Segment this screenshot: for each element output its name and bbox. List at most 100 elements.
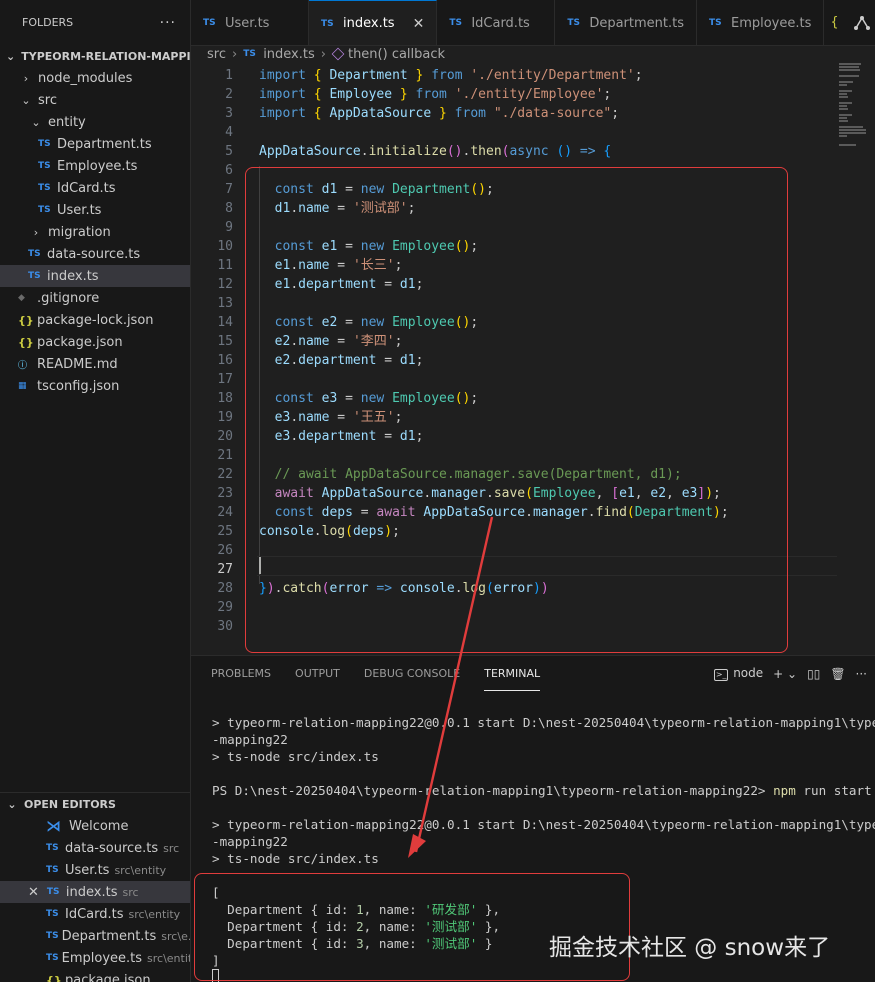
json-file-icon: {} bbox=[18, 335, 34, 349]
tree-file[interactable]: {} package.json bbox=[0, 331, 190, 353]
tab-index-ts[interactable]: TS index.ts ✕ bbox=[309, 0, 438, 45]
open-editor-item[interactable]: TSEmployee.ts src\entity bbox=[0, 947, 190, 969]
code-text: const deps = await AppDataSource.manager… bbox=[259, 503, 729, 522]
code-editor[interactable]: 1 import { Department } from './entity/De… bbox=[191, 62, 875, 655]
tab-department-ts[interactable]: TS Department.ts bbox=[555, 0, 697, 45]
minimap[interactable] bbox=[835, 62, 875, 655]
code-token: Employee bbox=[392, 391, 455, 406]
minimap-line bbox=[839, 63, 862, 65]
terminal-token: 2 bbox=[356, 919, 364, 934]
tree-file[interactable]: TS data-source.ts bbox=[0, 243, 190, 265]
open-editor-item[interactable]: TSDepartment.ts src\e... bbox=[0, 925, 190, 947]
code-token: = bbox=[337, 239, 361, 254]
tree-folder[interactable]: ⌄ entity bbox=[0, 111, 190, 133]
terminal-cursor-line bbox=[212, 966, 219, 982]
code-line: 28}).catch(error => console.log(error)) bbox=[191, 579, 841, 598]
layout-icon[interactable] bbox=[849, 10, 875, 36]
code-token: = bbox=[352, 505, 377, 520]
code-token: AppDataSource bbox=[259, 144, 361, 159]
code-token: AppDataSource bbox=[423, 505, 526, 520]
tab-label: IdCard.ts bbox=[471, 15, 530, 31]
tree-file[interactable]: ◆ .gitignore bbox=[0, 287, 190, 309]
panel-tab-terminal[interactable]: TERMINAL bbox=[484, 656, 541, 691]
breadcrumb-folder[interactable]: src bbox=[207, 47, 226, 62]
typescript-file-icon: TS bbox=[46, 953, 59, 963]
tree-file[interactable]: TS User.ts bbox=[0, 199, 190, 221]
code-token: () bbox=[454, 239, 471, 254]
code-token: = bbox=[376, 277, 400, 292]
project-folder[interactable]: ⌄ TYPEORM-RELATION-MAPPIN... bbox=[0, 45, 190, 67]
terminal-token: } bbox=[477, 936, 493, 951]
trash-icon[interactable]: 🗑 bbox=[830, 667, 845, 681]
tree-file[interactable]: TS Department.ts bbox=[0, 133, 190, 155]
code-token: [ bbox=[611, 486, 620, 501]
minimap-line bbox=[839, 117, 847, 119]
tree-file[interactable]: TS Employee.ts bbox=[0, 155, 190, 177]
code-token: find bbox=[595, 505, 627, 520]
code-line: 30 bbox=[191, 617, 841, 636]
code-token: Department bbox=[392, 182, 471, 197]
code-token: { bbox=[603, 144, 612, 159]
tree-file[interactable]: ▦ tsconfig.json bbox=[0, 375, 190, 397]
code-token: ) bbox=[266, 581, 275, 596]
tab-user-ts[interactable]: TS User.ts bbox=[191, 0, 309, 45]
terminal-selector[interactable]: >_ node bbox=[714, 666, 763, 681]
tree-file[interactable]: ⓘ README.md bbox=[0, 353, 190, 375]
tree-item-label: package-lock.json bbox=[37, 312, 154, 328]
code-token: ; bbox=[713, 486, 721, 501]
terminal-token: Department { id: bbox=[212, 902, 357, 917]
tree-file[interactable]: TS index.ts bbox=[0, 265, 190, 287]
vscode-icon: ⋊ bbox=[46, 817, 61, 835]
panel-actions: >_ node + ⌄ ▯▯ 🗑 ··· bbox=[714, 656, 867, 691]
file-tree: › node_modules ⌄ src ⌄ entity TS Department.ts T… bbox=[0, 67, 190, 397]
code-line: 4 bbox=[191, 123, 841, 142]
open-editor-item[interactable]: TS IdCard.ts src\entity bbox=[0, 903, 190, 925]
code-token: ( bbox=[345, 524, 353, 539]
open-editor-item[interactable]: ⋊ Welcome bbox=[0, 815, 190, 837]
open-editor-item[interactable]: TS User.ts src\entity bbox=[0, 859, 190, 881]
ellipsis-icon[interactable]: ··· bbox=[160, 15, 176, 31]
close-icon[interactable]: ✕ bbox=[413, 16, 425, 32]
open-editor-item[interactable]: ✕ TS index.ts src bbox=[0, 881, 190, 903]
close-icon[interactable]: ✕ bbox=[28, 885, 39, 900]
code-token: AppDataSource bbox=[321, 486, 424, 501]
terminal-token: 3 bbox=[356, 936, 364, 951]
panel-tab-output[interactable]: OUTPUT bbox=[295, 656, 340, 691]
tree-folder[interactable]: › node_modules bbox=[0, 67, 190, 89]
breadcrumb-file[interactable]: index.ts bbox=[263, 47, 315, 62]
minimap-line bbox=[839, 126, 864, 128]
panel-tab-problems[interactable]: PROBLEMS bbox=[211, 656, 271, 691]
panel-tab-debug-console[interactable]: DEBUG CONSOLE bbox=[364, 656, 460, 691]
breadcrumb-symbol[interactable]: then() callback bbox=[348, 47, 445, 62]
new-terminal-icon[interactable]: + ⌄ bbox=[773, 667, 797, 681]
tab-idcard-ts[interactable]: TS IdCard.ts bbox=[437, 0, 556, 45]
ellipsis-icon[interactable]: ··· bbox=[856, 667, 867, 681]
code-line: 6 bbox=[191, 161, 841, 180]
code-text: d1.name = '测试部'; bbox=[259, 199, 416, 218]
code-token: then bbox=[470, 144, 502, 159]
tree-file[interactable]: TS IdCard.ts bbox=[0, 177, 190, 199]
typescript-file-icon: TS bbox=[38, 139, 51, 149]
tab-employee-ts[interactable]: TS Employee.ts bbox=[697, 0, 825, 45]
code-text: import { Employee } from './entity/Emplo… bbox=[259, 85, 611, 104]
open-editor-item[interactable]: {} package.json bbox=[0, 969, 190, 982]
open-editor-item[interactable]: TS data-source.ts src bbox=[0, 837, 190, 859]
tree-folder[interactable]: › migration bbox=[0, 221, 190, 243]
split-terminal-icon[interactable]: ▯▯ bbox=[807, 667, 820, 681]
tree-folder[interactable]: ⌄ src bbox=[0, 89, 190, 111]
code-token: import bbox=[259, 87, 314, 102]
tree-item-label: Department.ts bbox=[57, 136, 152, 152]
tree-file[interactable]: {} package-lock.json bbox=[0, 309, 190, 331]
code-token: { bbox=[313, 87, 330, 102]
code-token: department bbox=[298, 353, 377, 368]
open-editors-header[interactable]: ⌄ OPEN EDITORS bbox=[0, 793, 190, 815]
minimap-line bbox=[839, 90, 852, 92]
code-token: . bbox=[290, 353, 299, 368]
code-token: '测试部' bbox=[352, 201, 408, 216]
code-token: d1 bbox=[321, 182, 338, 197]
line-number: 19 bbox=[217, 410, 233, 425]
minimap-line bbox=[839, 81, 853, 83]
code-token: = bbox=[337, 391, 361, 406]
